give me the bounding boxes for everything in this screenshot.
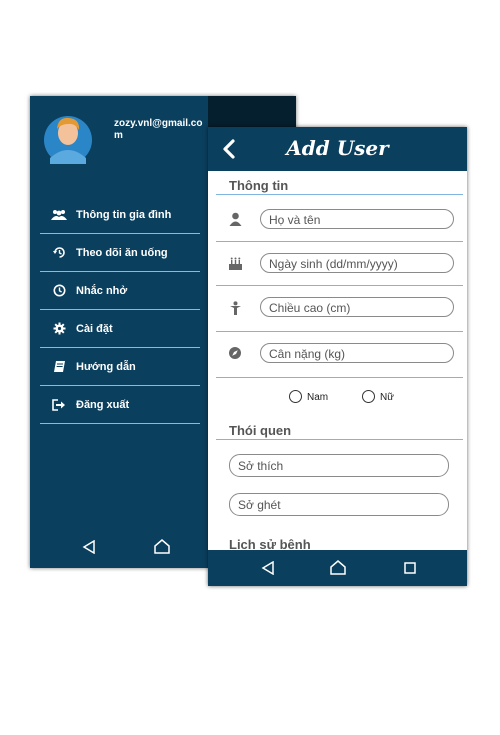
height-field[interactable]: Chiều cao (cm) xyxy=(260,297,454,317)
family-icon xyxy=(48,209,70,221)
logout-icon xyxy=(48,398,70,411)
clock-icon xyxy=(48,284,70,297)
menu-item-label: Cài đặt xyxy=(76,322,113,335)
app-bar: Add User xyxy=(208,127,467,171)
birth-date-field[interactable]: Ngày sinh (dd/mm/yyyy) xyxy=(260,253,454,273)
gender-male-radio[interactable] xyxy=(289,390,302,403)
menu-item-logout[interactable]: Đăng xuất xyxy=(40,386,200,424)
full-name-field[interactable]: Họ và tên xyxy=(260,209,454,229)
divider xyxy=(216,377,463,378)
dislikes-field[interactable]: Sở ghét xyxy=(229,493,449,516)
height-icon xyxy=(226,299,244,317)
menu-item-label: Hướng dẫn xyxy=(76,360,136,373)
divider xyxy=(216,439,463,440)
gender-male-label: Nam xyxy=(307,392,329,403)
drawer-system-nav xyxy=(30,528,208,568)
nav-back-icon[interactable] xyxy=(261,561,275,575)
menu-item-family-info[interactable]: Thông tin gia đình xyxy=(40,196,200,234)
menu-item-reminders[interactable]: Nhắc nhở xyxy=(40,272,200,310)
menu-item-label: Nhắc nhở xyxy=(76,284,128,297)
likes-field[interactable]: Sở thích xyxy=(229,454,449,477)
user-email: zozy.vnl@gmail.com xyxy=(114,118,203,141)
gender-female-label: Nữ xyxy=(380,392,394,403)
divider xyxy=(216,194,463,195)
menu-item-meal-tracking[interactable]: Theo dõi ăn uống xyxy=(40,234,200,272)
cake-icon xyxy=(226,254,244,272)
add-user-screen: Add User Thông tin Họ và tên Ngày sinh (… xyxy=(208,127,467,586)
page-title: Add User xyxy=(286,136,389,160)
menu-item-label: Thông tin gia đình xyxy=(76,208,172,221)
system-nav-bar xyxy=(208,550,467,586)
menu-item-settings[interactable]: Cài đặt xyxy=(40,310,200,348)
nav-back-icon[interactable] xyxy=(82,540,96,554)
person-icon xyxy=(226,210,244,228)
menu-item-guide[interactable]: Hướng dẫn xyxy=(40,348,200,386)
divider xyxy=(216,241,463,242)
drawer-overlay-edge xyxy=(208,96,296,130)
nav-home-icon[interactable] xyxy=(154,539,170,554)
menu-item-label: Theo dõi ăn uống xyxy=(76,246,168,259)
nav-recents-icon[interactable] xyxy=(404,562,416,574)
compass-icon xyxy=(226,344,244,362)
drawer-menu: Thông tin gia đình Theo dõi ăn uống Nhắc… xyxy=(40,196,200,424)
book-icon xyxy=(48,360,70,373)
avatar[interactable] xyxy=(44,112,92,164)
nav-home-icon[interactable] xyxy=(330,560,346,575)
weight-field[interactable]: Cân nặng (kg) xyxy=(260,343,454,363)
divider xyxy=(216,285,463,286)
section-info-heading: Thông tin xyxy=(229,178,289,193)
menu-item-label: Đăng xuất xyxy=(76,398,130,411)
section-habits-heading: Thói quen xyxy=(229,423,292,438)
gender-female-radio[interactable] xyxy=(362,390,375,403)
history-icon xyxy=(48,246,70,259)
divider xyxy=(216,331,463,332)
gear-icon xyxy=(48,322,70,335)
